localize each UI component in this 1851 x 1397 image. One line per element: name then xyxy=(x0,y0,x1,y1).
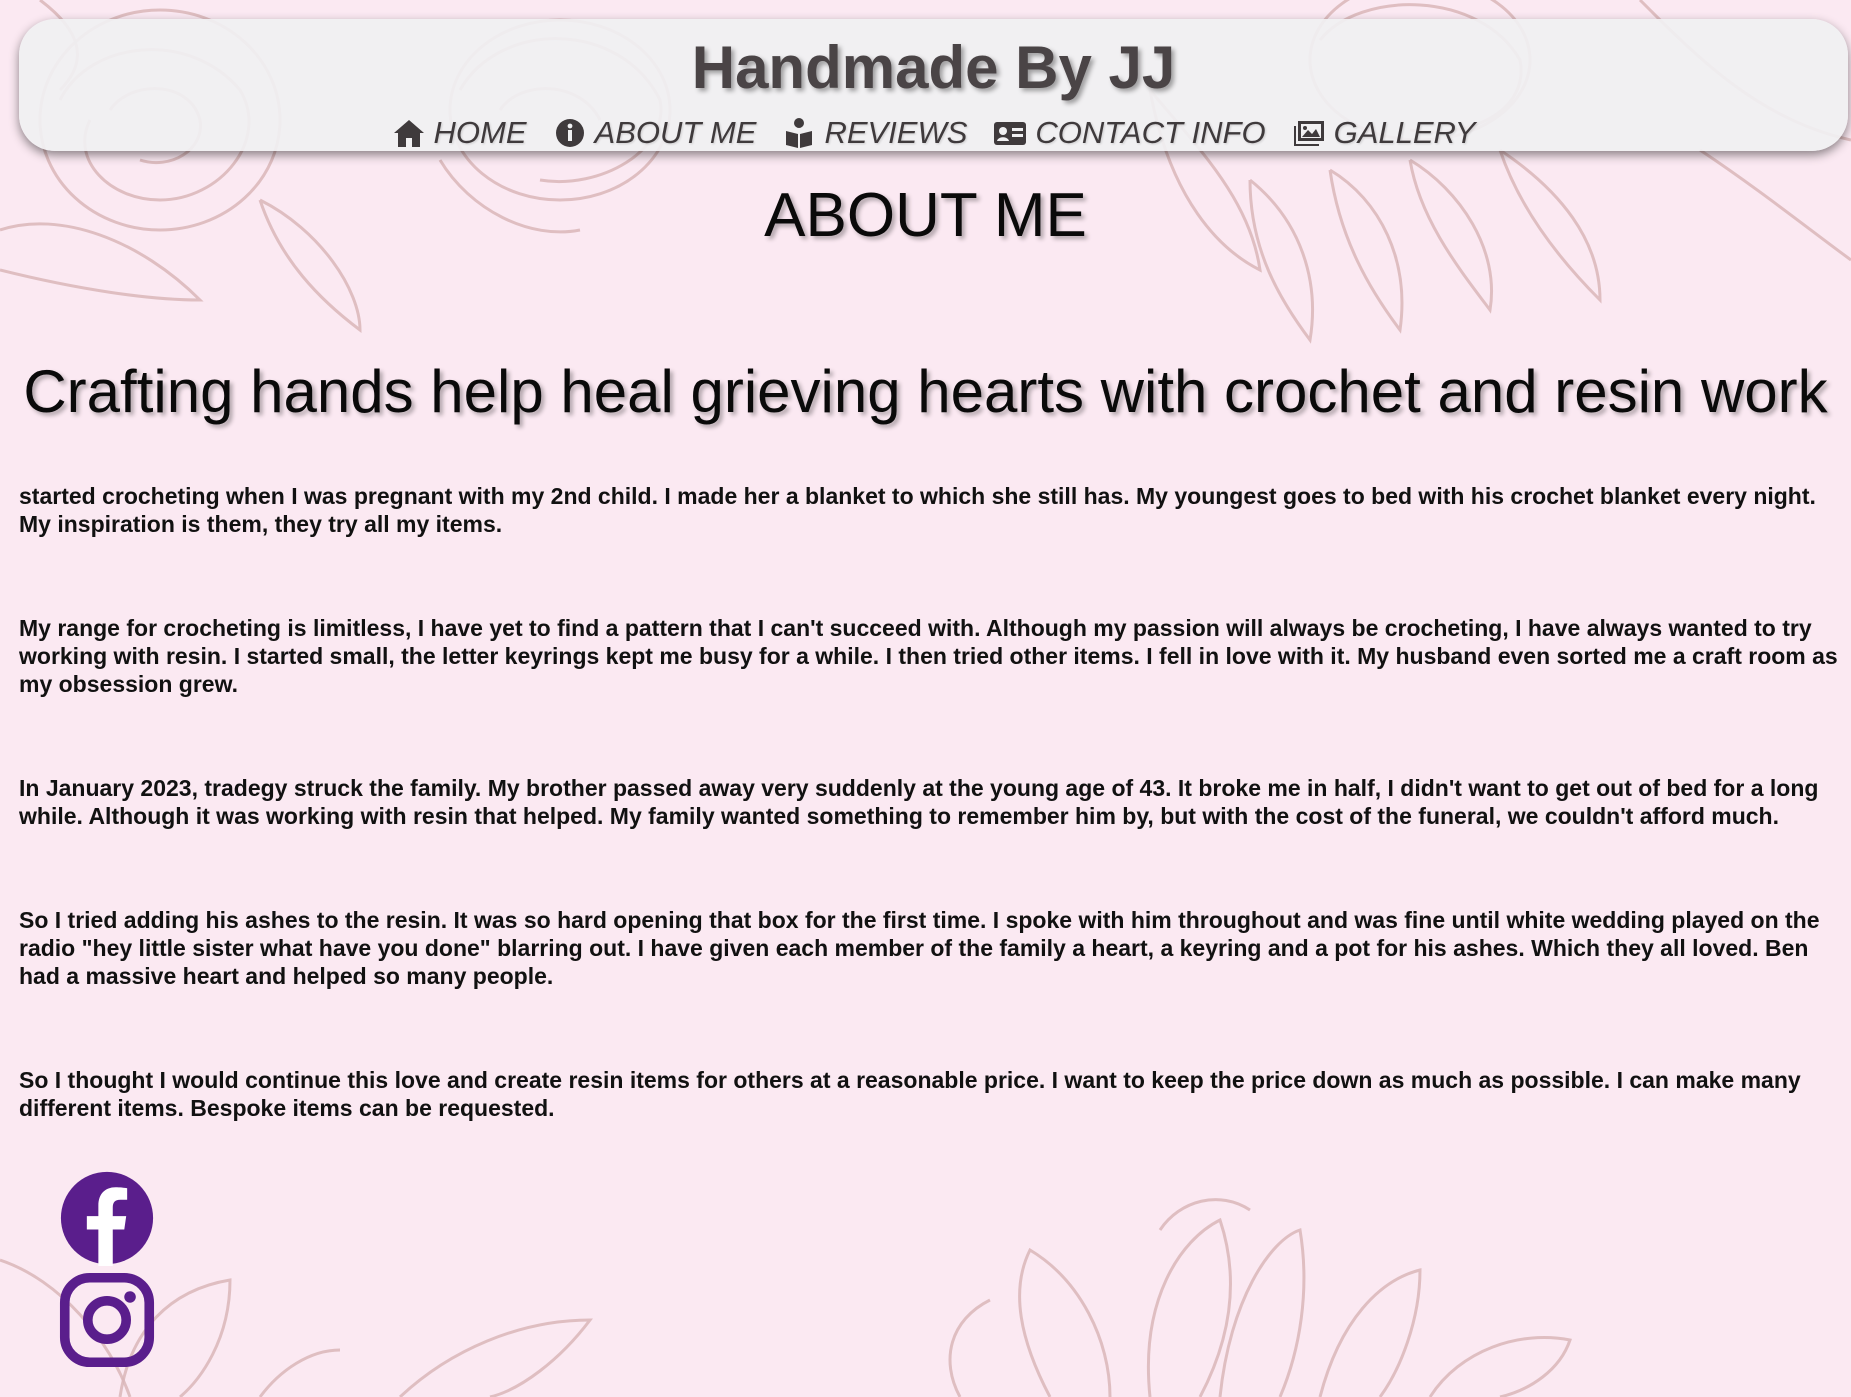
site-header: Handmade By JJ HOME ABOUT ME REVIEWS CON… xyxy=(19,19,1848,151)
instagram-link[interactable] xyxy=(58,1272,156,1368)
nav-item-label: CONTACT INFO xyxy=(1035,115,1266,150)
reader-icon xyxy=(786,118,813,148)
nav-item-label: GALLERY xyxy=(1333,115,1476,150)
about-paragraph: In January 2023, tradegy struck the fami… xyxy=(19,775,1819,829)
nav-item-reviews[interactable]: REVIEWS xyxy=(782,115,967,151)
info-icon xyxy=(555,119,584,147)
main-nav: HOME ABOUT ME REVIEWS CONTACT INFO GALLE… xyxy=(19,115,1848,151)
nav-item-home[interactable]: HOME xyxy=(392,115,527,151)
nav-item-label: ABOUT ME xyxy=(594,115,757,150)
page-tagline: Crafting hands help heal grieving hearts… xyxy=(23,358,1828,425)
social-links xyxy=(58,1170,156,1368)
facebook-icon xyxy=(60,1171,154,1266)
page-heading: ABOUT ME xyxy=(764,181,1087,250)
about-paragraph: started crocheting when I was pregnant w… xyxy=(19,483,1816,537)
about-paragraph: So I tried adding his ashes to the resin… xyxy=(19,907,1820,989)
about-content: started crocheting when I was pregnant w… xyxy=(19,482,1839,1122)
id-card-icon xyxy=(994,122,1027,145)
nav-item-gallery[interactable]: GALLERY xyxy=(1292,115,1476,151)
facebook-link[interactable] xyxy=(58,1170,156,1266)
home-icon xyxy=(393,120,424,147)
nav-item-label: REVIEWS xyxy=(824,115,968,150)
instagram-icon xyxy=(59,1272,155,1368)
about-paragraph: My range for crocheting is limitless, I … xyxy=(19,615,1838,697)
about-paragraph: So I thought I would continue this love … xyxy=(19,1067,1801,1121)
nav-item-label: HOME xyxy=(433,115,527,150)
nav-item-contact-info[interactable]: CONTACT INFO xyxy=(993,115,1266,151)
nav-item-about-me[interactable]: ABOUT ME xyxy=(553,115,757,151)
site-title: Handmade By JJ xyxy=(691,34,1176,101)
images-icon xyxy=(1293,121,1324,146)
